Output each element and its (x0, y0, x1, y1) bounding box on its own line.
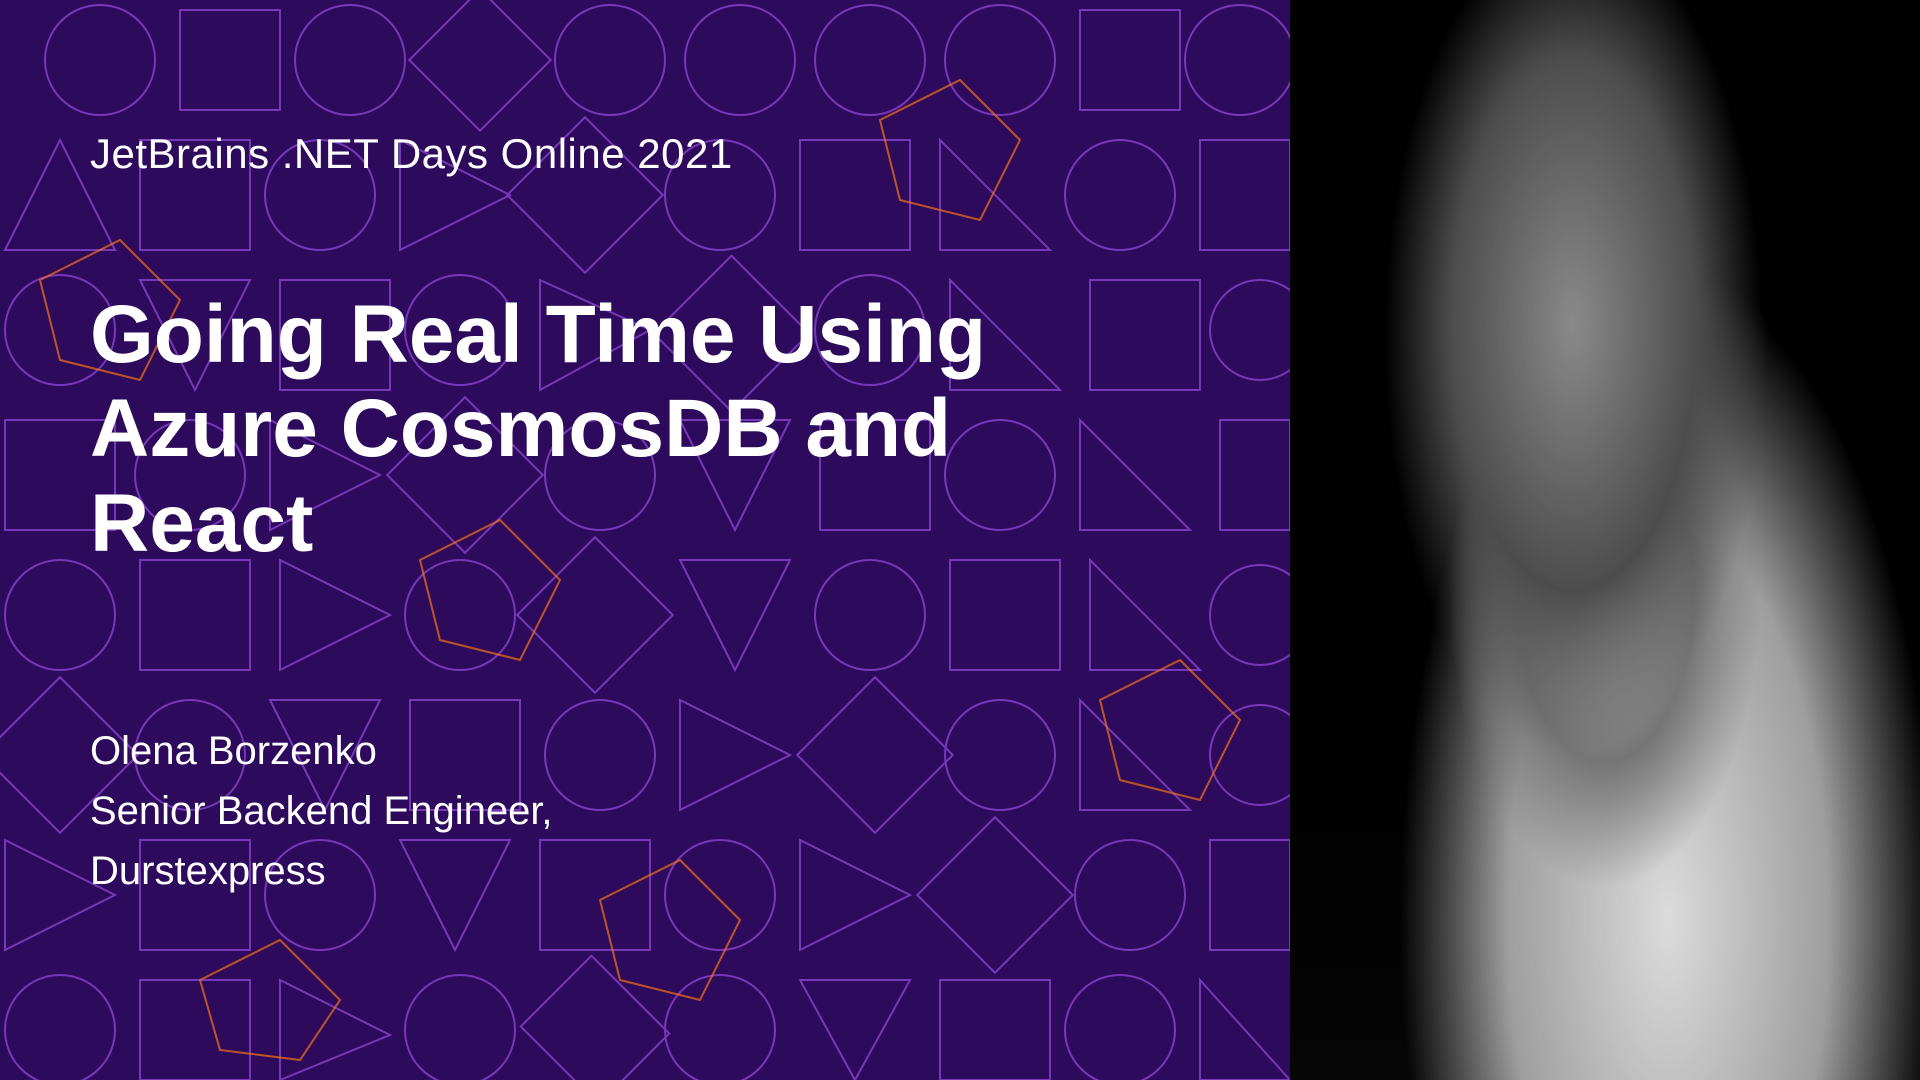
speaker-company: Durstexpress (90, 841, 1200, 901)
speaker-photo (1290, 0, 1920, 1080)
speaker-block: Olena Borzenko Senior Backend Engineer, … (90, 721, 1200, 901)
event-name: JetBrains .NET Days Online 2021 (90, 130, 1200, 178)
talk-title: Going Real Time Using Azure CosmosDB and… (90, 288, 1190, 571)
presentation-slide: JetBrains .NET Days Online 2021 Going Re… (0, 0, 1920, 1080)
speaker-role: Senior Backend Engineer, (90, 781, 1200, 841)
content-panel: JetBrains .NET Days Online 2021 Going Re… (0, 0, 1290, 1080)
photo-placeholder (1290, 0, 1920, 1080)
text-block: JetBrains .NET Days Online 2021 Going Re… (90, 130, 1200, 901)
speaker-name: Olena Borzenko (90, 721, 1200, 781)
